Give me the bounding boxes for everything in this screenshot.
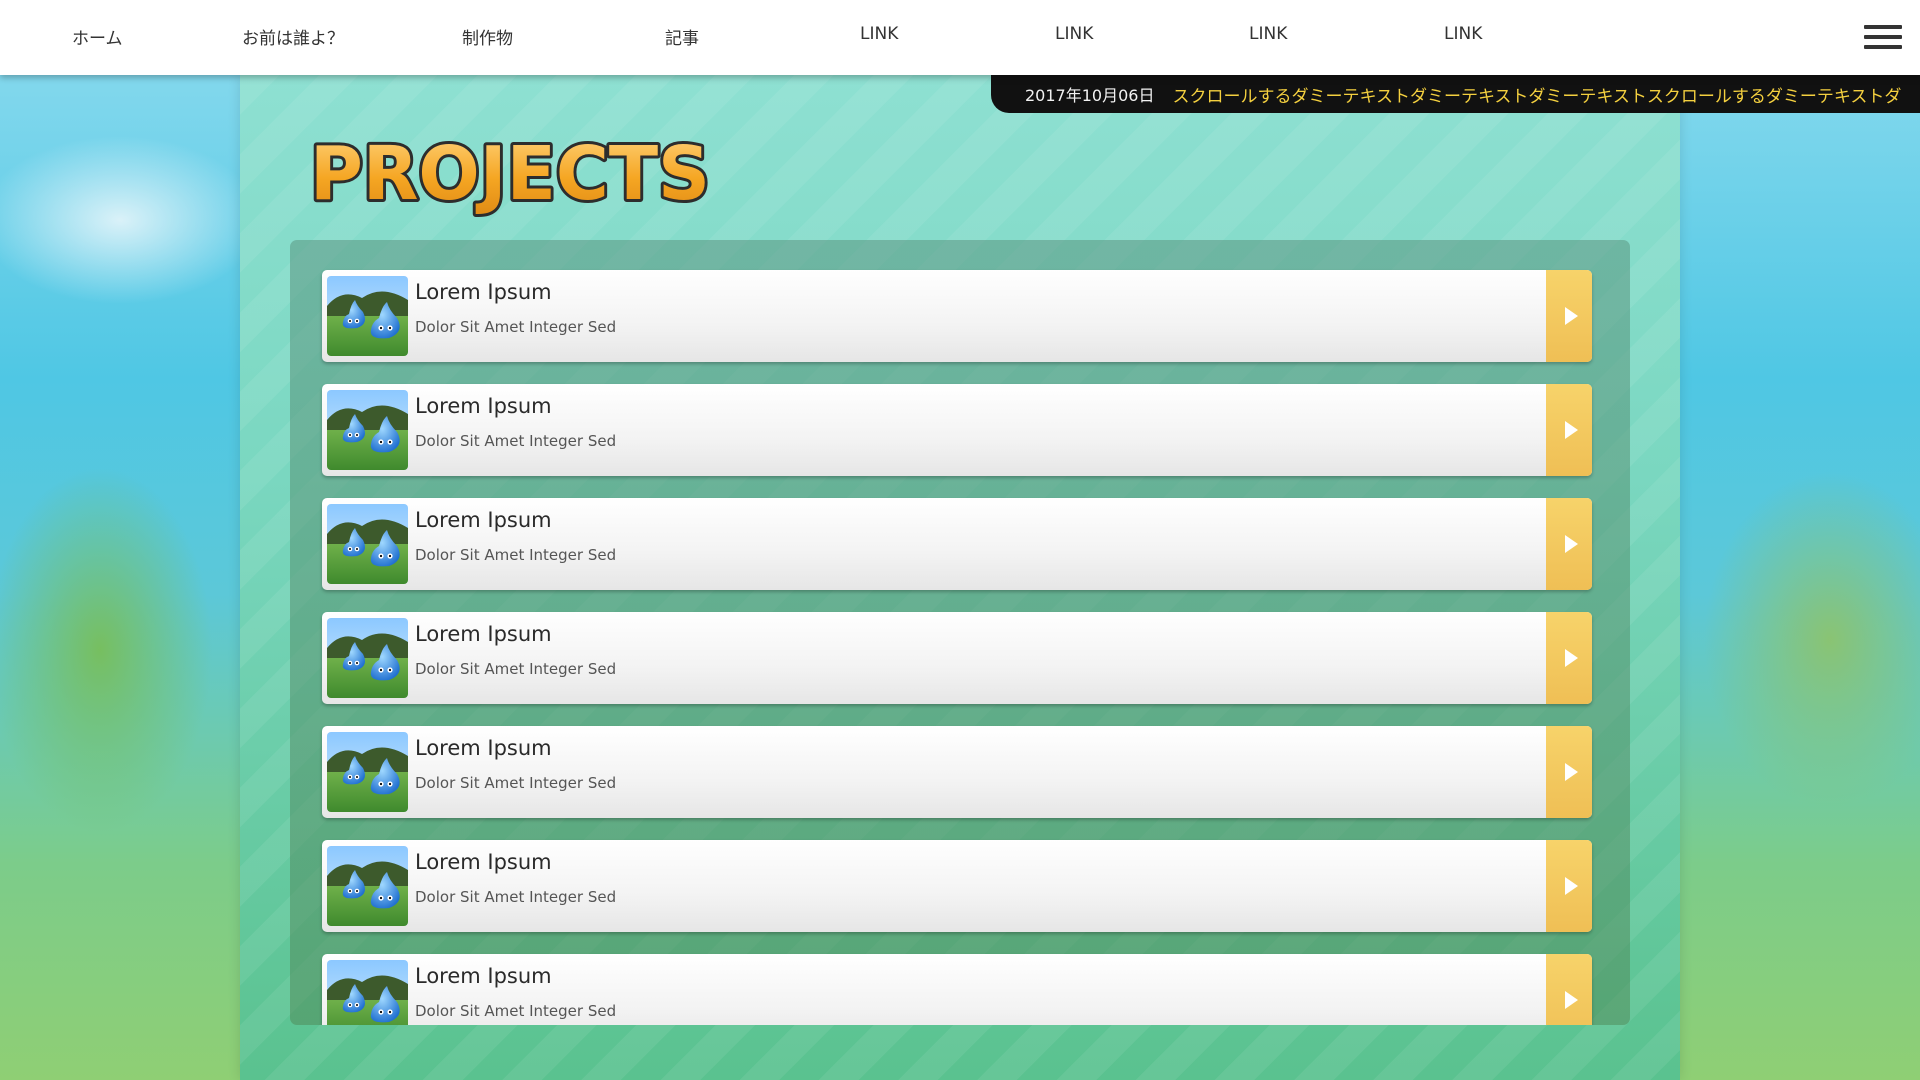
project-thumbnail-image <box>327 732 408 812</box>
nav-item-link-3[interactable]: LINK <box>1249 24 1287 44</box>
project-subtitle: Dolor Sit Amet Integer Sed <box>415 774 617 792</box>
hamburger-menu-icon[interactable] <box>1864 25 1902 51</box>
open-project-button[interactable] <box>1546 498 1592 590</box>
project-card[interactable]: Lorem Ipsum Dolor Sit Amet Integer Sed <box>322 384 1592 476</box>
play-arrow-icon <box>1565 877 1578 895</box>
project-card[interactable]: Lorem Ipsum Dolor Sit Amet Integer Sed <box>322 726 1592 818</box>
nav-item-home[interactable]: ホーム <box>72 24 123 49</box>
project-subtitle: Dolor Sit Amet Integer Sed <box>415 660 617 678</box>
ticker-date: 2017年10月06日 <box>1025 86 1155 105</box>
project-thumbnail-image <box>327 276 408 356</box>
open-project-button[interactable] <box>1546 612 1592 704</box>
project-subtitle: Dolor Sit Amet Integer Sed <box>415 432 617 450</box>
open-project-button[interactable] <box>1546 384 1592 476</box>
project-title[interactable]: Lorem Ipsum <box>415 622 552 646</box>
play-arrow-icon <box>1565 535 1578 553</box>
ticker-text[interactable]: スクロールするダミーテキストダミーテキストダミーテキストスクロールするダミーテキ… <box>1172 82 1901 107</box>
open-project-button[interactable] <box>1546 840 1592 932</box>
project-thumbnail-image <box>327 390 408 470</box>
nav-item-link-2[interactable]: LINK <box>1055 24 1093 44</box>
play-arrow-icon <box>1565 991 1578 1009</box>
nav-item-about[interactable]: お前は誰よ？ <box>242 24 344 49</box>
project-title[interactable]: Lorem Ipsum <box>415 736 552 760</box>
open-project-button[interactable] <box>1546 954 1592 1025</box>
project-subtitle: Dolor Sit Amet Integer Sed <box>415 318 617 336</box>
nav-item-link-4[interactable]: LINK <box>1444 24 1482 44</box>
project-title[interactable]: Lorem Ipsum <box>415 508 552 532</box>
project-subtitle: Dolor Sit Amet Integer Sed <box>415 546 617 564</box>
project-card[interactable]: Lorem Ipsum Dolor Sit Amet Integer Sed <box>322 954 1592 1025</box>
projects-list: Lorem Ipsum Dolor Sit Amet Integer Sed L… <box>290 240 1630 1025</box>
projects-heading-logo: PROJECTS <box>307 128 713 217</box>
project-title[interactable]: Lorem Ipsum <box>415 280 552 304</box>
nav-item-articles[interactable]: 記事 <box>665 24 699 49</box>
open-project-button[interactable] <box>1546 726 1592 818</box>
news-ticker: 2017年10月06日 スクロールするダミーテキストダミーテキストダミーテキスト… <box>991 75 1920 113</box>
project-title[interactable]: Lorem Ipsum <box>415 394 552 418</box>
project-thumbnail-image <box>327 846 408 926</box>
project-title[interactable]: Lorem Ipsum <box>415 964 552 988</box>
play-arrow-icon <box>1565 649 1578 667</box>
project-title[interactable]: Lorem Ipsum <box>415 850 552 874</box>
nav-item-link-1[interactable]: LINK <box>860 24 898 44</box>
project-subtitle: Dolor Sit Amet Integer Sed <box>415 1002 617 1020</box>
project-card[interactable]: Lorem Ipsum Dolor Sit Amet Integer Sed <box>322 612 1592 704</box>
main-panel: PROJECTS Lorem Ipsum Dolor Sit Amet Inte… <box>240 75 1680 1080</box>
play-arrow-icon <box>1565 307 1578 325</box>
play-arrow-icon <box>1565 421 1578 439</box>
project-thumbnail-image <box>327 960 408 1025</box>
project-card[interactable]: Lorem Ipsum Dolor Sit Amet Integer Sed <box>322 498 1592 590</box>
project-thumbnail-image <box>327 504 408 584</box>
top-nav-bar: ホーム お前は誰よ？ 制作物 記事 LINK LINK LINK LINK <box>0 0 1920 75</box>
nav-item-works[interactable]: 制作物 <box>462 24 513 49</box>
open-project-button[interactable] <box>1546 270 1592 362</box>
play-arrow-icon <box>1565 763 1578 781</box>
project-subtitle: Dolor Sit Amet Integer Sed <box>415 888 617 906</box>
project-card[interactable]: Lorem Ipsum Dolor Sit Amet Integer Sed <box>322 840 1592 932</box>
page-title: PROJECTS <box>310 131 710 217</box>
project-card[interactable]: Lorem Ipsum Dolor Sit Amet Integer Sed <box>322 270 1592 362</box>
project-thumbnail-image <box>327 618 408 698</box>
